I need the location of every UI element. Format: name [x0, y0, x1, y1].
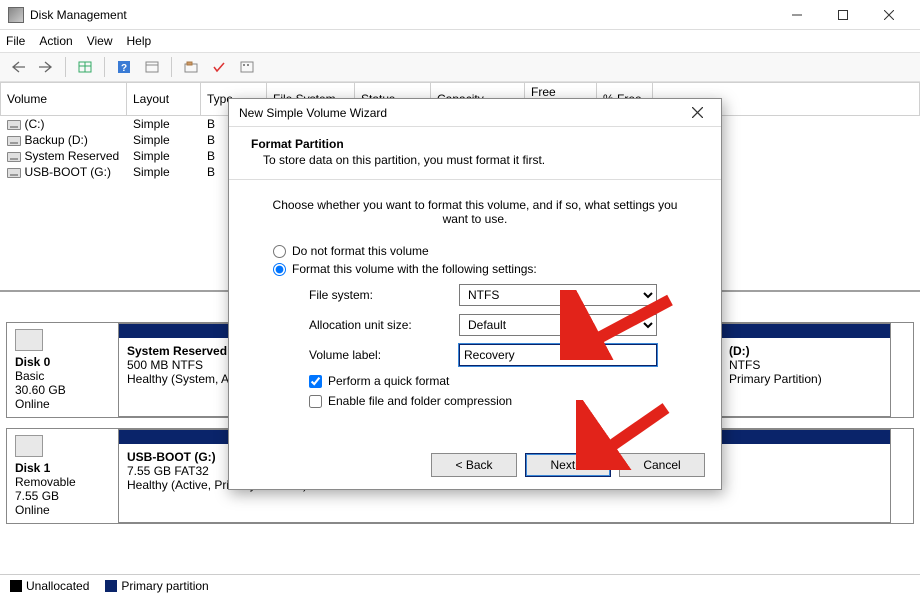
label-volume-label: Volume label:: [309, 348, 459, 362]
checkbox-quick-format-label: Perform a quick format: [328, 374, 449, 388]
checkbox-enable-compression-input[interactable]: [309, 395, 322, 408]
wizard-button-bar: < Back Next > Cancel: [431, 453, 705, 477]
wizard-subheading: To store data on this partition, you mus…: [263, 153, 699, 167]
next-button[interactable]: Next >: [525, 453, 611, 477]
radio-format-with-settings[interactable]: Format this volume with the following se…: [273, 262, 691, 276]
radio-do-not-format-input[interactable]: [273, 245, 286, 258]
label-file-system: File system:: [309, 288, 459, 302]
checkbox-quick-format-input[interactable]: [309, 375, 322, 388]
format-settings: File system: NTFS Allocation unit size: …: [309, 284, 691, 408]
label-allocation-unit: Allocation unit size:: [309, 318, 459, 332]
wizard-header: Format Partition To store data on this p…: [229, 127, 721, 177]
modal-overlay: New Simple Volume Wizard Format Partitio…: [0, 0, 920, 596]
radio-format-input[interactable]: [273, 263, 286, 276]
wizard-heading: Format Partition: [251, 137, 699, 151]
select-allocation-unit[interactable]: Default: [459, 314, 657, 336]
wizard-title: New Simple Volume Wizard: [239, 106, 683, 120]
checkbox-enable-compression[interactable]: Enable file and folder compression: [309, 394, 691, 408]
input-volume-label[interactable]: [459, 344, 657, 366]
wizard-close-button[interactable]: [683, 103, 711, 123]
radio-format-label: Format this volume with the following se…: [292, 262, 537, 276]
new-simple-volume-wizard: New Simple Volume Wizard Format Partitio…: [228, 98, 722, 490]
select-file-system[interactable]: NTFS: [459, 284, 657, 306]
cancel-button[interactable]: Cancel: [619, 453, 705, 477]
checkbox-enable-compression-label: Enable file and folder compression: [328, 394, 512, 408]
radio-do-not-format[interactable]: Do not format this volume: [273, 244, 691, 258]
radio-do-not-format-label: Do not format this volume: [292, 244, 429, 258]
wizard-lead-text: Choose whether you want to format this v…: [259, 198, 691, 226]
back-button[interactable]: < Back: [431, 453, 517, 477]
checkbox-quick-format[interactable]: Perform a quick format: [309, 374, 691, 388]
wizard-titlebar: New Simple Volume Wizard: [229, 99, 721, 127]
